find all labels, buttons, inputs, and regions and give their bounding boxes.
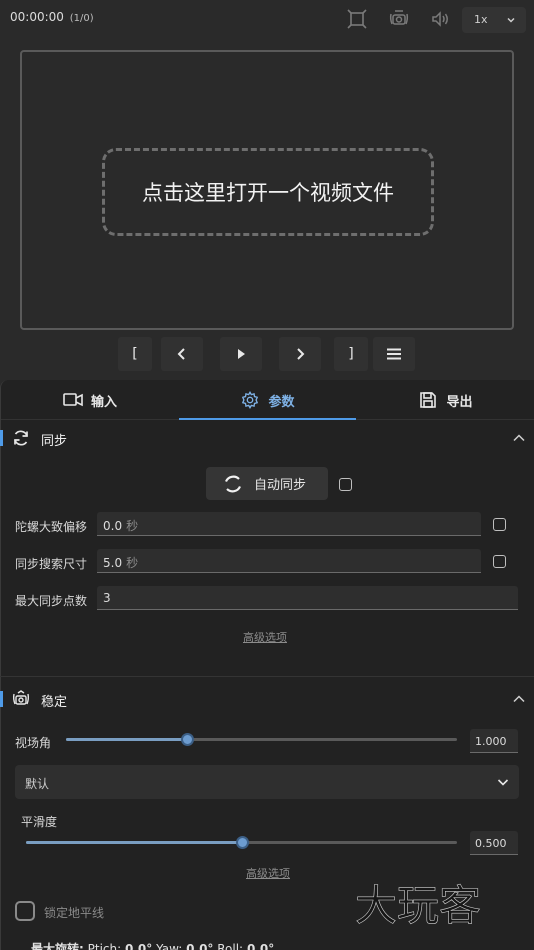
- stabilize-icon: [12, 690, 30, 708]
- chevron-right-icon: [297, 348, 305, 360]
- smoothing-preset-select[interactable]: 默认: [15, 765, 519, 799]
- auto-sync-button[interactable]: 自动同步: [206, 467, 328, 500]
- fov-value-field[interactable]: 1.000: [470, 729, 518, 753]
- next-frame-button[interactable]: [279, 337, 321, 371]
- gyro-offset-label: 陀螺大致偏移: [15, 520, 88, 534]
- tab-input[interactable]: 输入: [1, 380, 179, 420]
- smoothness-slider[interactable]: [26, 835, 457, 851]
- slider-fill: [66, 738, 188, 741]
- auto-sync-label: 自动同步: [254, 478, 307, 493]
- gear-icon: [242, 391, 259, 409]
- hamburger-menu-icon: [387, 348, 401, 360]
- sync-search-size-label: 同步搜索尺寸: [15, 557, 88, 571]
- play-icon: [238, 349, 245, 359]
- section-accent-bar: [0, 430, 3, 446]
- max-rotation-label: 最大旋转:: [31, 942, 84, 950]
- yaw-value: 0.0°: [186, 942, 214, 950]
- max-rotation-readout: 最大旋转: Ptich: 0.0° Yaw: 0.0° Roll: 0.0°: [31, 940, 274, 950]
- chevron-up-icon[interactable]: [512, 431, 526, 445]
- smoothness-value-field[interactable]: 0.500: [470, 831, 518, 855]
- sync-advanced-link[interactable]: 高级选项: [243, 629, 287, 645]
- fov-label: 视场角: [15, 736, 52, 750]
- mark-in-button[interactable]: [: [118, 337, 152, 371]
- svg-text:大玩客: 大玩客: [355, 881, 481, 930]
- previous-frame-button[interactable]: [161, 337, 203, 371]
- mark-out-button[interactable]: ]: [334, 337, 368, 371]
- tab-export[interactable]: 导出: [356, 380, 534, 420]
- pitch-value: 0.0°: [125, 942, 153, 950]
- stabilize-icon[interactable]: [389, 9, 409, 29]
- sync-search-size-unit: 秒: [126, 556, 139, 570]
- sync-search-size-value: 5.0: [103, 556, 123, 570]
- tab-parameters[interactable]: 参数: [179, 380, 356, 420]
- roll-label: Roll:: [217, 942, 244, 950]
- transport-controls: [ ]: [0, 337, 534, 373]
- tab-input-label: 输入: [90, 394, 117, 410]
- smoothness-label: 平滑度: [21, 815, 58, 829]
- gyro-offset-checkbox[interactable]: [493, 518, 506, 531]
- fov-slider[interactable]: [66, 732, 457, 748]
- sync-icon: [12, 429, 30, 447]
- section-divider: [0, 676, 534, 677]
- roll-value: 0.0°: [246, 942, 275, 950]
- video-preview: 点击这里打开一个视频文件: [20, 50, 514, 330]
- save-icon: [420, 392, 437, 408]
- timecode: 00:00:00 (1/0): [10, 10, 94, 24]
- auto-sync-icon: [224, 475, 242, 492]
- slider-handle[interactable]: [181, 733, 195, 746]
- pitch-label: Ptich:: [87, 942, 122, 950]
- gyro-offset-value: 0.0: [103, 519, 123, 533]
- playback-speed-select[interactable]: 1x: [462, 7, 526, 33]
- speed-value: 1x: [474, 13, 488, 26]
- section-accent-bar: [0, 691, 3, 707]
- watermark-logo: 大玩客: [355, 876, 515, 931]
- max-sync-points-field[interactable]: 3: [97, 586, 518, 610]
- chevron-left-icon: [177, 348, 185, 360]
- stabilization-advanced-link[interactable]: 高级选项: [246, 865, 290, 881]
- max-sync-points-value: 3: [103, 591, 111, 605]
- lock-horizon-checkbox[interactable]: [15, 901, 35, 921]
- menu-button[interactable]: [373, 337, 415, 371]
- max-sync-points-label: 最大同步点数: [15, 594, 88, 608]
- yaw-label: Yaw:: [156, 942, 183, 950]
- chevron-up-icon[interactable]: [512, 692, 526, 706]
- gyro-offset-unit: 秒: [126, 519, 139, 533]
- sync-search-size-field[interactable]: 5.0 秒: [97, 549, 481, 573]
- tab-parameters-label: 参数: [268, 394, 295, 410]
- fit-frame-icon[interactable]: [347, 9, 367, 29]
- play-button[interactable]: [220, 337, 262, 371]
- tab-export-label: 导出: [446, 394, 473, 410]
- timecode-value: 00:00:00: [10, 10, 64, 24]
- slider-fill: [26, 841, 242, 844]
- chevron-down-icon: [507, 17, 515, 23]
- section-sync-title: 同步: [41, 434, 68, 449]
- video-camera-icon: [63, 393, 83, 407]
- section-stabilization-title: 稳定: [41, 695, 68, 710]
- auto-sync-checkbox[interactable]: [339, 478, 352, 491]
- section-sync-header[interactable]: 同步: [0, 420, 534, 456]
- frame-counter: (1/0): [69, 13, 94, 24]
- chevron-down-icon: [497, 779, 509, 786]
- volume-icon[interactable]: [430, 9, 450, 29]
- section-stabilization-header[interactable]: 稳定: [0, 681, 534, 717]
- sync-search-size-checkbox[interactable]: [493, 555, 506, 568]
- tab-bar: 输入 参数 导出: [1, 380, 534, 420]
- slider-handle[interactable]: [235, 836, 249, 849]
- open-video-dropzone[interactable]: 点击这里打开一个视频文件: [102, 148, 434, 236]
- top-bar: 00:00:00 (1/0) 1x: [0, 0, 534, 38]
- smoothing-preset-value: 默认: [25, 777, 50, 791]
- lock-horizon-label: 锁定地平线: [44, 906, 105, 920]
- gyro-offset-field[interactable]: 0.0 秒: [97, 512, 481, 536]
